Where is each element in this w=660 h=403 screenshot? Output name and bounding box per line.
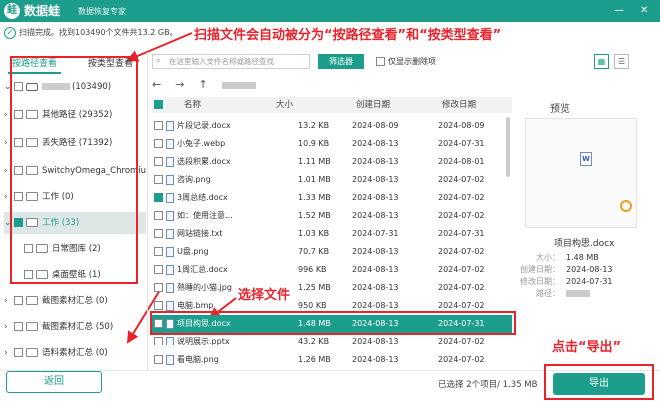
nav-buttons: ← → ↑: [152, 76, 270, 94]
table-row[interactable]: 熟睡的小猫.jpg 1.25 MB 2024-08-13 2024-07-02: [152, 279, 512, 297]
table-row[interactable]: U盘.png 70.7 KB 2024-08-13 2024-07-02: [152, 243, 512, 261]
annotation-box-file: [150, 311, 516, 335]
header-size[interactable]: 大小: [276, 97, 293, 113]
list-view-icon[interactable]: ☰: [614, 54, 629, 69]
file-icon: [166, 138, 174, 149]
checkbox[interactable]: [154, 175, 163, 184]
header-created[interactable]: 创建日期: [356, 97, 390, 113]
preview-area: [525, 118, 637, 228]
file-icon: [166, 120, 174, 131]
annotation-box-export: [544, 364, 654, 400]
table-row[interactable]: 如：使用注意... 1.52 MB 2024-08-13 2024-07-02: [152, 207, 512, 225]
chevron-right-icon[interactable]: ›: [4, 290, 14, 312]
forward-arrow-icon[interactable]: →: [175, 78, 184, 91]
folder-icon: [26, 348, 38, 357]
file-icon: [166, 246, 174, 257]
table-row[interactable]: 选段积累.docx 1.11 MB 2024-08-13 2024-08-01: [152, 153, 512, 171]
checkbox[interactable]: [14, 322, 23, 331]
preview-filename: 项目构思.docx: [554, 239, 615, 249]
table-row[interactable]: 片段记录.docx 13.2 KB 2024-08-09 2024-08-09: [152, 117, 512, 135]
tree-item[interactable]: › 截图素材汇总 (50): [4, 316, 113, 338]
annotation-top: 扫描文件会自动被分为“按路径查看”和“按类型查看”: [194, 28, 502, 43]
checkbox[interactable]: [154, 157, 163, 166]
table-row[interactable]: 咨询.png 1.01 MB 2024-08-13 2024-07-02: [152, 171, 512, 189]
back-button[interactable]: 返回: [6, 371, 102, 393]
file-icon: [166, 282, 174, 293]
minimize-button[interactable]: —: [614, 3, 624, 19]
preview-created: 创建日期： 2024-08-13: [520, 265, 613, 274]
file-icon: [166, 300, 174, 311]
app-subtitle: 数据恢复专家: [78, 7, 126, 16]
scrollbar[interactable]: [506, 117, 510, 177]
zoom-icon[interactable]: [620, 200, 632, 212]
checkbox[interactable]: [154, 283, 163, 292]
file-icon: [166, 264, 174, 275]
checkbox[interactable]: [154, 121, 163, 130]
panel-divider: [147, 52, 148, 370]
file-icon: [166, 174, 174, 185]
folder-icon: [26, 296, 38, 305]
scan-status-text: 扫描完成。找到103490个文件共13.2 GB。: [19, 28, 178, 37]
deleted-only-toggle[interactable]: 仅显示删除项: [376, 55, 436, 68]
table-row[interactable]: 网站链接.txt 1.03 KB 2024-07-31 2024-07-31: [152, 225, 512, 243]
word-doc-icon: W: [580, 152, 592, 166]
tree-item[interactable]: › 语料素材汇总 (0): [4, 342, 108, 364]
file-icon: [166, 336, 174, 345]
search-icon: ⌕: [156, 56, 162, 66]
annotation-select: 选择文件: [238, 288, 291, 303]
checkbox[interactable]: [376, 57, 385, 66]
checkbox[interactable]: [154, 265, 163, 274]
preview-title: 预览: [550, 104, 570, 115]
checkbox-checked[interactable]: [154, 193, 163, 202]
checkbox[interactable]: [154, 247, 163, 256]
checkbox[interactable]: [154, 355, 163, 364]
filter-button[interactable]: 筛选器: [318, 54, 364, 69]
file-icon: [166, 192, 174, 203]
app-name: 数据蛙: [24, 4, 61, 18]
up-arrow-icon[interactable]: ↑: [198, 78, 207, 91]
select-all-checkbox[interactable]: [154, 100, 163, 109]
checkbox[interactable]: [154, 211, 163, 220]
search-input[interactable]: ⌕ 在这里输入文件名称或路径查找: [152, 54, 310, 69]
checkbox[interactable]: [14, 296, 23, 305]
app-logo-icon: 蛙: [4, 3, 20, 19]
checkbox[interactable]: [154, 139, 163, 148]
chevron-right-icon[interactable]: ›: [4, 342, 14, 364]
file-table-header: 名称 大小 创建日期 修改日期: [152, 97, 512, 113]
header-name[interactable]: 名称: [184, 97, 201, 113]
table-row[interactable]: 小兔子.webp 10.9 KB 2024-08-13 2024-07-31: [152, 135, 512, 153]
header-modified[interactable]: 修改日期: [442, 97, 476, 113]
annotation-export: 点击“导出”: [552, 340, 622, 355]
check-icon: ✓: [4, 26, 16, 39]
table-row[interactable]: 看电脑.png 1.26 MB 2024-08-13 2024-07-02: [152, 352, 512, 368]
folder-icon: [26, 322, 38, 331]
close-button[interactable]: ✕: [640, 3, 648, 19]
chevron-right-icon[interactable]: ›: [4, 316, 14, 338]
title-bar: 蛙 数据蛙 数据恢复专家 — ✕: [0, 0, 660, 22]
redacted-path: [221, 81, 256, 89]
preview-path: 路径：: [520, 288, 592, 300]
scan-status: ✓ 扫描完成。找到103490个文件共13.2 GB。: [4, 24, 178, 42]
checkbox[interactable]: [154, 337, 163, 345]
table-row[interactable]: 1周汇总.docx 996 KB 2024-08-13 2024-07-02: [152, 261, 512, 279]
table-row[interactable]: 3周总结.docx 1.33 MB 2024-08-13 2024-07-02: [152, 189, 512, 207]
preview-modified: 修改日期： 2024-07-31: [520, 277, 613, 286]
preview-size: 大小： 1.48 MB: [536, 253, 599, 262]
file-icon: [166, 354, 174, 365]
back-arrow-icon[interactable]: ←: [152, 78, 161, 91]
annotation-box-tree: [10, 56, 138, 284]
file-icon: [166, 228, 174, 239]
checkbox[interactable]: [154, 229, 163, 238]
checkbox[interactable]: [154, 301, 163, 310]
checkbox[interactable]: [14, 348, 23, 357]
tree-item[interactable]: › 截图素材汇总 (0): [4, 290, 108, 312]
file-icon: [166, 210, 174, 221]
file-icon: [166, 156, 174, 167]
selection-info: 已选择 2个项目/ 1.35 MB: [438, 380, 538, 390]
grid-view-icon[interactable]: ▦: [594, 54, 609, 69]
